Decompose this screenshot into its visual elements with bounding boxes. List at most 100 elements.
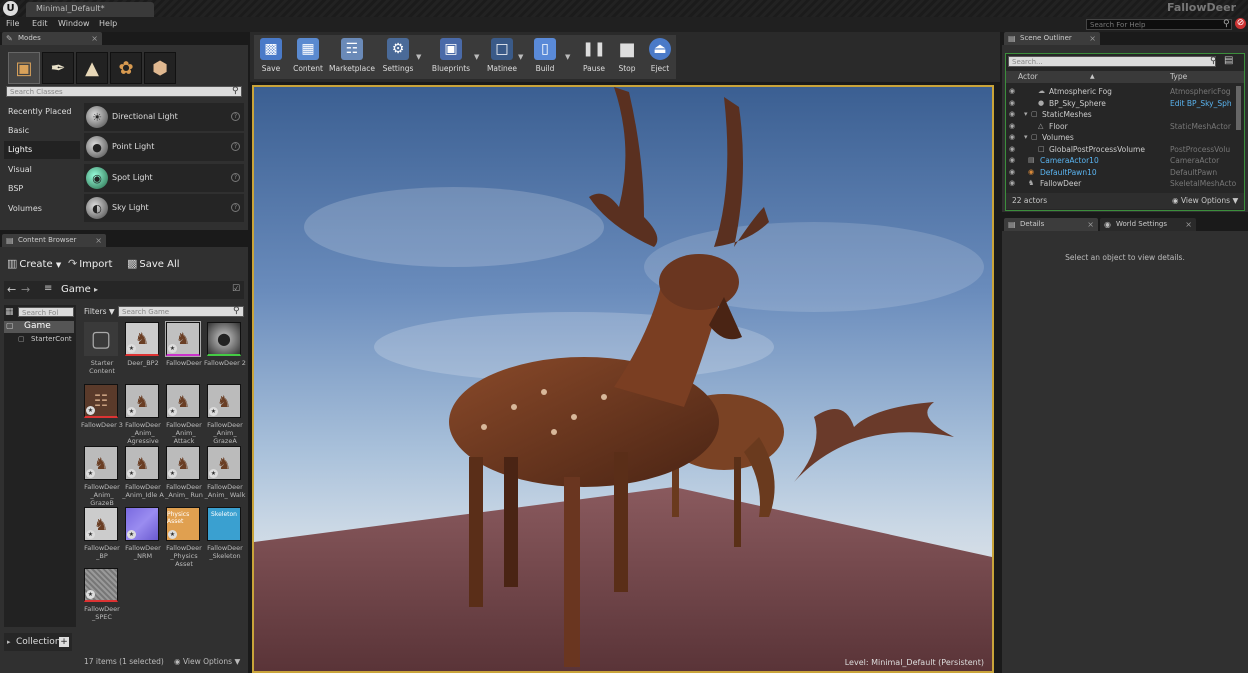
eye-icon[interactable]: ◉	[1009, 144, 1015, 155]
outliner-row[interactable]: ◉ ◉ DefaultPawn10 DefaultPawn	[1006, 167, 1244, 178]
search-icon[interactable]: ⚲	[1223, 19, 1230, 29]
asset-anim-grazeb[interactable]: ♞ ★ FallowDeer _Anim_ GrazeB	[84, 446, 122, 507]
add-folder-icon[interactable]: ▤	[1224, 55, 1233, 66]
category-volumes[interactable]: Volumes	[4, 200, 80, 218]
asset-fallowdeer-3[interactable]: ☷ ★ FallowDeer 3	[81, 384, 123, 444]
filters-button[interactable]: Filters ▼	[84, 307, 115, 316]
outliner-scrollbar[interactable]	[1236, 86, 1241, 130]
asset-anim-run[interactable]: ♞ ★ FallowDeer _Anim_ Run	[165, 446, 204, 506]
column-actor[interactable]: Actor	[1018, 71, 1038, 83]
asset-starter-content[interactable]: ▢ Starter Content	[84, 322, 122, 382]
level-viewport[interactable]: Level: Minimal_Default (Persistent)	[252, 85, 994, 673]
asset-fallowdeer-spec[interactable]: ★ FallowDeer _SPEC	[84, 568, 122, 628]
tree-toggle-icon[interactable]: ▦	[5, 307, 14, 317]
outliner-row[interactable]: ◉ ♞ FallowDeer SkeletalMeshActo	[1006, 178, 1244, 189]
build-button[interactable]: ▯ Build	[530, 38, 560, 78]
tree-item-starter-content[interactable]: ▢ StarterCont	[12, 335, 74, 346]
chevron-right-icon[interactable]: ▸	[94, 285, 98, 294]
asset-physics-asset[interactable]: Physics Asset ★ FallowDeer _Physics Asset	[166, 507, 204, 568]
outliner-row[interactable]: ◉ ● BP_Sky_Sphere Edit BP_Sky_Sph	[1006, 98, 1244, 109]
blueprints-button[interactable]: ▣ Blueprints	[426, 38, 476, 78]
category-lights[interactable]: Lights	[4, 141, 80, 159]
pause-button[interactable]: ❚❚ Pause	[580, 38, 608, 78]
place-directional-light[interactable]: ☀ Directional Light ?	[84, 103, 244, 131]
menu-window[interactable]: Window	[58, 19, 90, 28]
asset-skeleton[interactable]: Skeleton FallowDeer _Skeleton	[207, 507, 245, 567]
asset-fallowdeer-nrm[interactable]: ★ FallowDeer _NRM	[125, 507, 163, 567]
eye-icon[interactable]: ◉	[1009, 178, 1015, 189]
chevron-down-icon[interactable]: ▾	[1024, 109, 1028, 120]
stop-button[interactable]: ■ Stop	[613, 38, 641, 78]
document-tab[interactable]: Minimal_Default*	[26, 2, 154, 17]
close-icon[interactable]: ×	[1087, 218, 1094, 231]
save-button[interactable]: ▩ Save	[256, 38, 286, 78]
eye-icon[interactable]: ◉	[1009, 155, 1015, 166]
chevron-down-icon[interactable]: ▾	[1024, 132, 1028, 143]
create-button[interactable]: ▥ Create ▼	[7, 257, 61, 270]
chevron-down-icon[interactable]: ▼	[518, 53, 523, 61]
forward-arrow-icon[interactable]: →	[21, 283, 30, 296]
outliner-row[interactable]: ◉ ▾ ▢ Volumes	[1006, 132, 1244, 143]
chevron-down-icon[interactable]: ▼	[565, 53, 570, 61]
mode-geometry[interactable]: ⬢	[144, 52, 176, 84]
asset-anim-idlea[interactable]: ♞ ★ FallowDeer _Anim_Idle A	[122, 446, 164, 506]
eye-icon[interactable]: ◉	[1009, 167, 1015, 178]
place-point-light[interactable]: ● Point Light ?	[84, 133, 244, 161]
place-spot-light[interactable]: ◉ Spot Light ?	[84, 164, 244, 192]
eye-icon[interactable]: ◉	[1009, 109, 1015, 120]
help-search-input[interactable]: Search For Help	[1086, 19, 1232, 30]
view-options-button[interactable]: ◉ View Options ▼	[174, 657, 240, 666]
mode-foliage[interactable]: ✿	[110, 52, 142, 84]
mode-place[interactable]: ▣	[8, 52, 40, 84]
outliner-row[interactable]: ◉ ▤ CameraActor10 CameraActor	[1006, 155, 1244, 166]
asset-anim-agressive[interactable]: ♞ ★ FallowDeer _Anim_ Agressive	[125, 384, 163, 445]
chevron-down-icon[interactable]: ▼	[416, 53, 421, 61]
eye-icon[interactable]: ◉	[1009, 132, 1015, 143]
asset-fallowdeer-bp[interactable]: ♞ ★ FallowDeer _BP	[84, 507, 122, 567]
close-icon[interactable]: ×	[95, 234, 102, 247]
eye-icon[interactable]: ◉	[1009, 86, 1015, 97]
close-icon[interactable]: ×	[1089, 32, 1096, 45]
view-options-button[interactable]: ◉ View Options ▼	[1172, 193, 1238, 209]
tab-world-settings[interactable]: ◉ World Settings ×	[1100, 218, 1196, 231]
asset-fallowdeer-2[interactable]: ● FallowDeer 2	[204, 322, 246, 382]
class-search-input[interactable]: Search Classes	[6, 86, 242, 97]
chevron-down-icon[interactable]: ▼	[474, 53, 479, 61]
actor-type-link[interactable]: Edit BP_Sky_Sph	[1170, 98, 1240, 109]
import-button[interactable]: ↷ Import	[68, 257, 112, 270]
close-icon[interactable]: ⊘	[1235, 18, 1246, 29]
close-icon[interactable]: ×	[91, 32, 98, 45]
place-sky-light[interactable]: ◐ Sky Light ?	[84, 194, 244, 222]
tab-modes[interactable]: ✎ Modes ×	[2, 32, 102, 45]
menu-file[interactable]: File	[6, 19, 19, 28]
asset-search-input[interactable]: Search Game	[118, 306, 244, 317]
asset-fallowdeer[interactable]: ♞ ★ FallowDeer	[165, 321, 204, 382]
asset-deer-bp2[interactable]: ♞ ★ Deer_BP2	[125, 322, 163, 382]
path-segment-game[interactable]: Game	[61, 284, 91, 295]
content-button[interactable]: ▦ Content	[290, 38, 326, 78]
help-icon[interactable]: ?	[231, 112, 240, 121]
category-basic[interactable]: Basic	[4, 122, 80, 140]
folder-search-input[interactable]: Search Fol	[18, 307, 74, 317]
tab-content-browser[interactable]: ▤ Content Browser ×	[2, 234, 106, 247]
outliner-row[interactable]: ◉ ☁ Atmospheric Fog AtmosphericFog	[1006, 86, 1244, 97]
marketplace-button[interactable]: ☶ Marketplace	[328, 38, 376, 78]
column-type[interactable]: Type	[1170, 71, 1187, 83]
save-all-button[interactable]: ▩ Save All	[127, 257, 180, 270]
eye-icon[interactable]: ◉	[1009, 121, 1015, 132]
lock-icon[interactable]: ☑	[232, 284, 240, 294]
help-icon[interactable]: ?	[231, 173, 240, 182]
category-bsp[interactable]: BSP	[4, 180, 80, 198]
list-icon[interactable]: ≡	[44, 283, 52, 294]
tab-details[interactable]: ▤ Details ×	[1004, 218, 1098, 231]
help-icon[interactable]: ?	[231, 203, 240, 212]
category-recently-placed[interactable]: Recently Placed	[4, 103, 80, 121]
outliner-row[interactable]: ◉ □ GlobalPostProcessVolume PostProcessV…	[1006, 144, 1244, 155]
category-visual[interactable]: Visual	[4, 161, 80, 179]
menu-help[interactable]: Help	[99, 19, 117, 28]
mode-paint[interactable]: ✒	[42, 52, 74, 84]
menu-edit[interactable]: Edit	[32, 19, 48, 28]
mode-landscape[interactable]: ▲	[76, 52, 108, 84]
eject-button[interactable]: ⏏ Eject	[646, 38, 674, 78]
collections-toggle[interactable]: ▸ Collection +	[4, 633, 72, 651]
